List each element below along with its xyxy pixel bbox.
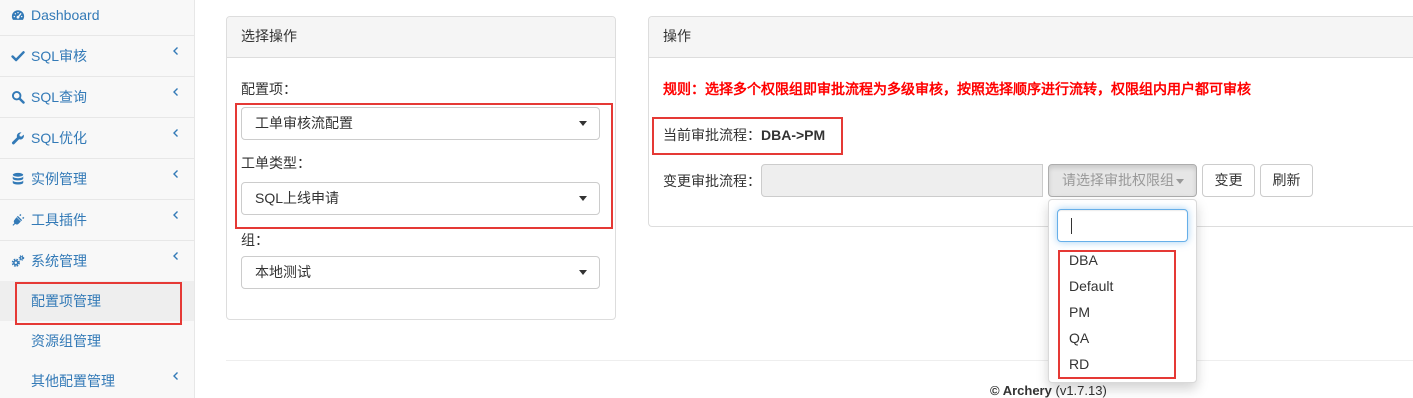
sidebar-item-dashboard[interactable]: Dashboard [0, 0, 194, 36]
dropdown-option[interactable]: DBA [1049, 247, 1196, 273]
text-cursor [1071, 218, 1072, 234]
sidebar-item-label: SQL查询 [31, 89, 88, 105]
caret-down-icon [1176, 179, 1184, 184]
database-icon [11, 172, 25, 186]
sidebar-subitem-label: 配置项管理 [31, 293, 101, 309]
sidebar-subitem-label: 资源组管理 [31, 333, 101, 349]
sidebar-item-sql-query[interactable]: SQL查询 [0, 77, 194, 118]
search-icon [11, 90, 25, 104]
footer: © Archery (v1.7.13) [990, 383, 1107, 398]
sidebar-subitem-resource-group[interactable]: 资源组管理 [0, 321, 194, 361]
chevron-left-icon [172, 128, 179, 138]
caret-down-icon [579, 121, 587, 126]
sidebar-item-system[interactable]: 系统管理 [0, 241, 194, 281]
caret-down-icon [579, 196, 587, 201]
current-flow: 当前审批流程：DBA->PM [663, 126, 825, 144]
workflow-type-label: 工单类型： [241, 155, 311, 171]
config-item-select[interactable]: 工单审核流配置 [241, 107, 600, 140]
chevron-left-icon [172, 87, 179, 97]
chevron-left-icon [172, 251, 179, 261]
sidebar-item-label: SQL优化 [31, 130, 88, 146]
sidebar-item-sql-optimize[interactable]: SQL优化 [0, 118, 194, 159]
group-dropdown-menu: DBA Default PM QA RD [1048, 199, 1197, 383]
footer-divider [226, 360, 1413, 361]
refresh-button[interactable]: 刷新 [1260, 164, 1313, 197]
footer-brand: © Archery [990, 383, 1052, 398]
panel-heading: 选择操作 [227, 17, 615, 58]
dashboard-icon [11, 8, 25, 22]
chevron-left-icon [172, 371, 179, 381]
sidebar-item-label: 工具插件 [31, 212, 87, 228]
group-search-input[interactable] [1057, 209, 1188, 242]
rule-text: 规则：选择多个权限组即审批流程为多级审核，按照选择顺序进行流转，权限组内用户都可… [663, 81, 1251, 97]
sidebar-item-label: SQL审核 [31, 48, 88, 64]
cogs-icon [11, 254, 25, 268]
chevron-left-icon [172, 169, 179, 179]
current-flow-value: DBA->PM [761, 127, 826, 143]
action-panel: 操作 规则：选择多个权限组即审批流程为多级审核，按照选择顺序进行流转，权限组内用… [648, 16, 1413, 383]
wrench-icon [11, 131, 25, 145]
dropdown-option[interactable]: PM [1049, 299, 1196, 325]
select-value: SQL上线申请 [255, 190, 340, 206]
dropdown-option[interactable]: QA [1049, 325, 1196, 351]
chevron-left-icon [172, 46, 179, 56]
sidebar-item-label: 系统管理 [31, 253, 87, 269]
change-flow-label: 变更审批流程： [663, 173, 761, 189]
caret-down-icon [579, 270, 587, 275]
group-select[interactable]: 本地测试 [241, 256, 600, 289]
config-item-label: 配置项： [241, 81, 297, 97]
select-value: 本地测试 [255, 264, 311, 280]
group-label: 组： [241, 232, 269, 248]
sidebar-item-sql-audit[interactable]: SQL审核 [0, 36, 194, 77]
select-value: 工单审核流配置 [255, 115, 353, 131]
sidebar-subitem-other-config[interactable]: 其他配置管理 [0, 361, 194, 398]
dropdown-option[interactable]: Default [1049, 273, 1196, 299]
dropdown-option[interactable]: RD [1049, 351, 1196, 377]
select-operation-panel: 选择操作 配置项： 工单审核流配置 工单类型： SQL上线申请 组： 本地测试 [226, 16, 616, 320]
change-button[interactable]: 变更 [1202, 164, 1255, 197]
panel-heading: 操作 [649, 17, 1413, 58]
sidebar-subitem-label: 其他配置管理 [31, 373, 115, 389]
panel-title: 选择操作 [241, 28, 297, 44]
sidebar: Dashboard SQL审核 SQL查询 SQL优化 实例管理 工具插件 系统… [0, 0, 195, 398]
sidebar-subitem-config[interactable]: 配置项管理 [0, 281, 194, 321]
sidebar-item-label: Dashboard [31, 7, 100, 23]
check-icon [11, 49, 25, 63]
panel-title: 操作 [663, 28, 691, 44]
workflow-type-select[interactable]: SQL上线申请 [241, 182, 600, 215]
plug-icon [11, 213, 25, 227]
current-flow-label: 当前审批流程： [663, 127, 761, 143]
group-picker-button[interactable]: 请选择审批权限组 [1048, 164, 1197, 197]
sidebar-item-label: 实例管理 [31, 171, 87, 187]
sidebar-item-instances[interactable]: 实例管理 [0, 159, 194, 200]
sidebar-item-tools[interactable]: 工具插件 [0, 200, 194, 241]
footer-version: (v1.7.13) [1055, 383, 1107, 398]
change-flow-input[interactable] [761, 164, 1043, 197]
chevron-left-icon [172, 210, 179, 220]
group-picker-placeholder: 请选择审批权限组 [1062, 172, 1174, 188]
